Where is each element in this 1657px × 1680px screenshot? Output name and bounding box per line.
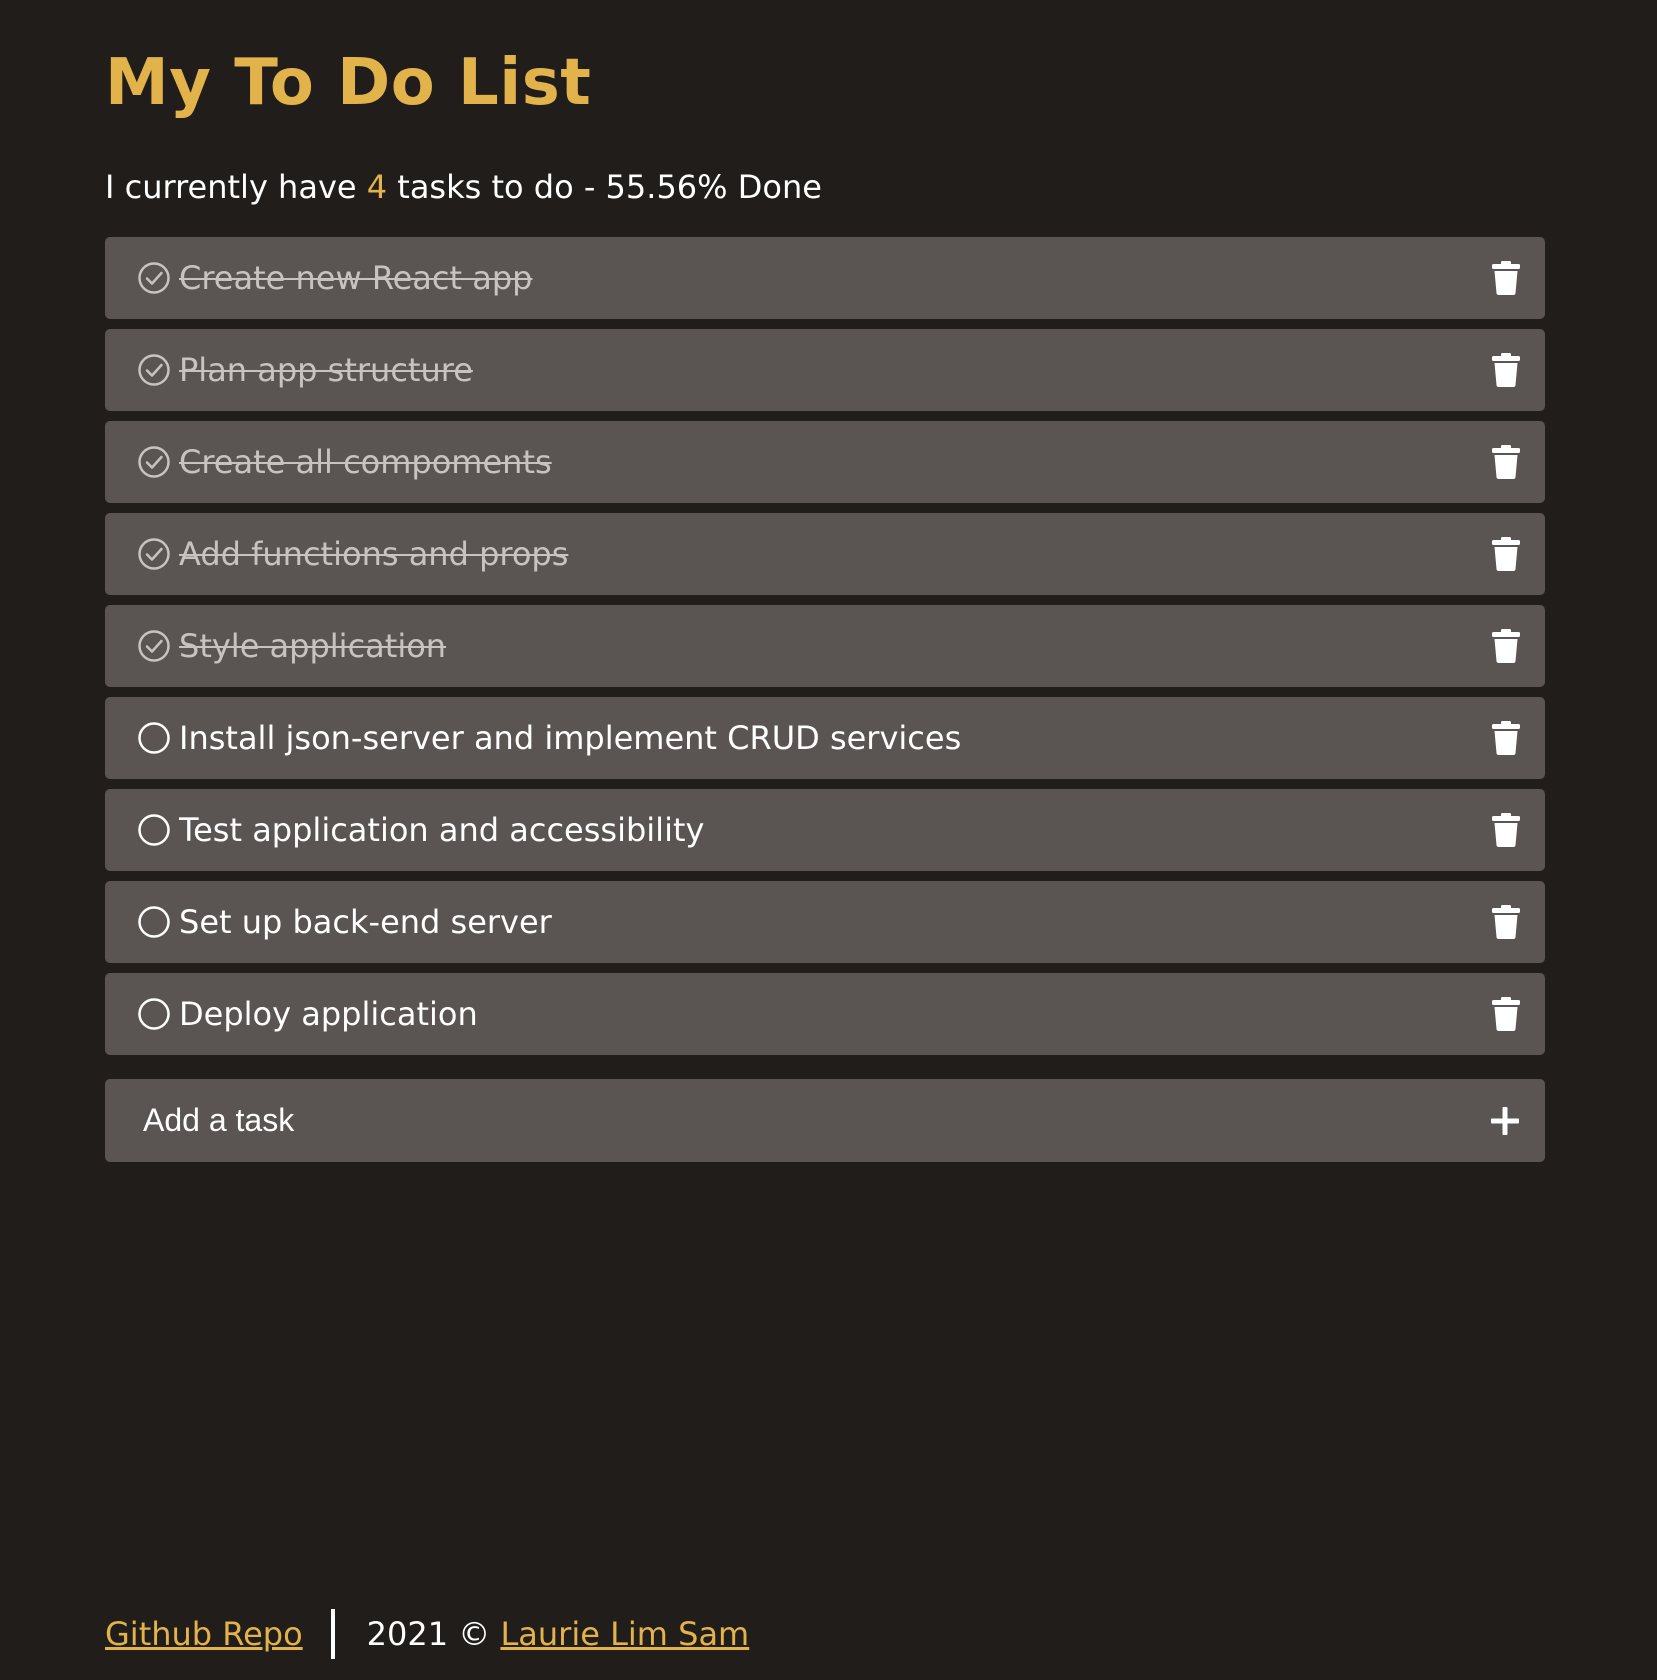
trash-icon[interactable] <box>1491 444 1521 480</box>
task-list: Create new React app Plan app structure Cr… <box>105 237 1545 1055</box>
plus-icon[interactable] <box>1489 1105 1521 1137</box>
task-summary: I currently have 4 tasks to do - 55.56% … <box>105 167 1545 207</box>
trash-icon[interactable] <box>1491 812 1521 848</box>
remaining-count: 4 <box>366 168 388 206</box>
check-circle-icon[interactable] <box>137 537 171 571</box>
task-label: Add functions and props <box>179 535 569 573</box>
task-item[interactable]: Set up back-end server <box>105 881 1545 963</box>
empty-circle-icon[interactable] <box>137 997 171 1031</box>
trash-icon[interactable] <box>1491 628 1521 664</box>
trash-icon[interactable] <box>1491 720 1521 756</box>
task-item[interactable]: Create new React app <box>105 237 1545 319</box>
task-item[interactable]: Deploy application <box>105 973 1545 1055</box>
trash-icon[interactable] <box>1491 904 1521 940</box>
task-item[interactable]: Add functions and props <box>105 513 1545 595</box>
trash-icon[interactable] <box>1491 260 1521 296</box>
task-item[interactable]: Create all compoments <box>105 421 1545 503</box>
task-label: Install json-server and implement CRUD s… <box>179 719 962 757</box>
empty-circle-icon[interactable] <box>137 905 171 939</box>
check-circle-icon[interactable] <box>137 261 171 295</box>
trash-icon[interactable] <box>1491 536 1521 572</box>
task-label: Deploy application <box>179 995 478 1033</box>
task-label: Create new React app <box>179 259 533 297</box>
summary-prefix: I currently have <box>105 168 367 206</box>
todo-app: My To Do List I currently have 4 tasks t… <box>0 0 1657 1680</box>
trash-icon[interactable] <box>1491 996 1521 1032</box>
add-task-input[interactable] <box>141 1089 1489 1152</box>
check-circle-icon[interactable] <box>137 353 171 387</box>
task-item[interactable]: Test application and accessibility <box>105 789 1545 871</box>
summary-suffix: tasks to do - 55.56% Done <box>387 168 822 206</box>
task-item[interactable]: Install json-server and implement CRUD s… <box>105 697 1545 779</box>
add-task-form <box>105 1079 1545 1162</box>
github-repo-link[interactable]: Github Repo <box>105 1615 303 1653</box>
check-circle-icon[interactable] <box>137 445 171 479</box>
footer: Github Repo 2021 © Laurie Lim Sam <box>105 1608 749 1660</box>
task-label: Test application and accessibility <box>179 811 705 849</box>
footer-divider <box>330 1609 335 1659</box>
check-circle-icon[interactable] <box>137 629 171 663</box>
empty-circle-icon[interactable] <box>137 813 171 847</box>
task-item[interactable]: Plan app structure <box>105 329 1545 411</box>
page-title: My To Do List <box>105 46 592 120</box>
task-label: Create all compoments <box>179 443 552 481</box>
trash-icon[interactable] <box>1491 352 1521 388</box>
author-link[interactable]: Laurie Lim Sam <box>500 1615 749 1653</box>
empty-circle-icon[interactable] <box>137 721 171 755</box>
task-label: Set up back-end server <box>179 903 552 941</box>
copyright-text: 2021 © <box>366 1615 501 1653</box>
task-item[interactable]: Style application <box>105 605 1545 687</box>
task-label: Style application <box>179 627 447 665</box>
task-label: Plan app structure <box>179 351 473 389</box>
